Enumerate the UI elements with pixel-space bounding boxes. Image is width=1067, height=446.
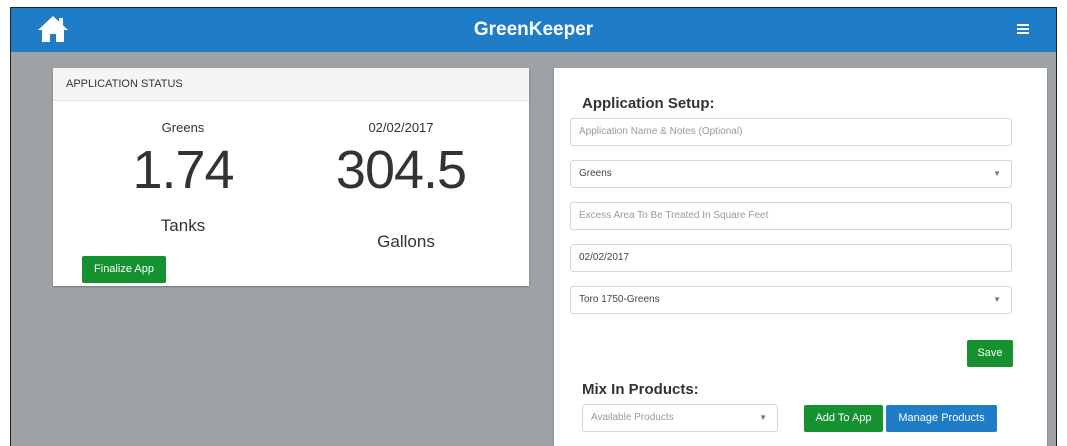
gallons-value: 304.5 [335, 140, 467, 200]
available-products-select[interactable]: Available Products ▼ [582, 404, 778, 432]
application-name-placeholder: Application Name & Notes (Optional) [579, 126, 743, 137]
setup-heading: Application Setup: [582, 95, 715, 112]
status-card-header: APPLICATION STATUS [53, 68, 529, 101]
finalize-app-button[interactable]: Finalize App [82, 256, 166, 283]
application-name-input[interactable]: Application Name & Notes (Optional) [570, 118, 1012, 146]
excess-area-placeholder: Excess Area To Be Treated In Square Feet [579, 210, 769, 221]
tanks-value: 1.74 [132, 140, 234, 200]
chevron-down-icon: ▼ [993, 295, 1001, 304]
area-label: Greens [161, 120, 205, 135]
area-select[interactable]: Greens ▼ [570, 160, 1012, 188]
date-input-value: 02/02/2017 [579, 252, 630, 263]
application-setup-card: Application Setup: Application Name & No… [554, 68, 1047, 446]
hamburger-menu-icon[interactable] [1017, 24, 1029, 35]
sprayer-select-value: Toro 1750-Greens [579, 294, 660, 305]
manage-products-button[interactable]: Manage Products [886, 405, 997, 432]
tanks-unit-label: Tanks [160, 216, 206, 235]
save-button[interactable]: Save [967, 340, 1013, 367]
status-date: 02/02/2017 [368, 120, 434, 135]
area-select-value: Greens [579, 168, 612, 179]
application-status-card: APPLICATION STATUS Greens 1.74 02/02/201… [53, 68, 529, 286]
add-to-app-button[interactable]: Add To App [804, 405, 883, 432]
excess-area-input[interactable]: Excess Area To Be Treated In Square Feet [570, 202, 1012, 230]
top-navbar: GreenKeeper [11, 8, 1056, 52]
gallons-column: 02/02/2017 304.5 [321, 120, 481, 200]
chevron-down-icon: ▼ [993, 169, 1001, 178]
sprayer-select[interactable]: Toro 1750-Greens ▼ [570, 286, 1012, 314]
mix-in-products-heading: Mix In Products: [582, 381, 699, 398]
date-input[interactable]: 02/02/2017 [570, 244, 1012, 272]
app-title: GreenKeeper [473, 19, 594, 40]
app-frame: GreenKeeper APPLICATION STATUS Greens 1.… [10, 7, 1057, 446]
tanks-column: Greens 1.74 [108, 120, 258, 200]
chevron-down-icon: ▼ [759, 413, 767, 422]
available-products-placeholder: Available Products [591, 412, 674, 423]
gallons-unit-label: Gallons [377, 232, 435, 251]
